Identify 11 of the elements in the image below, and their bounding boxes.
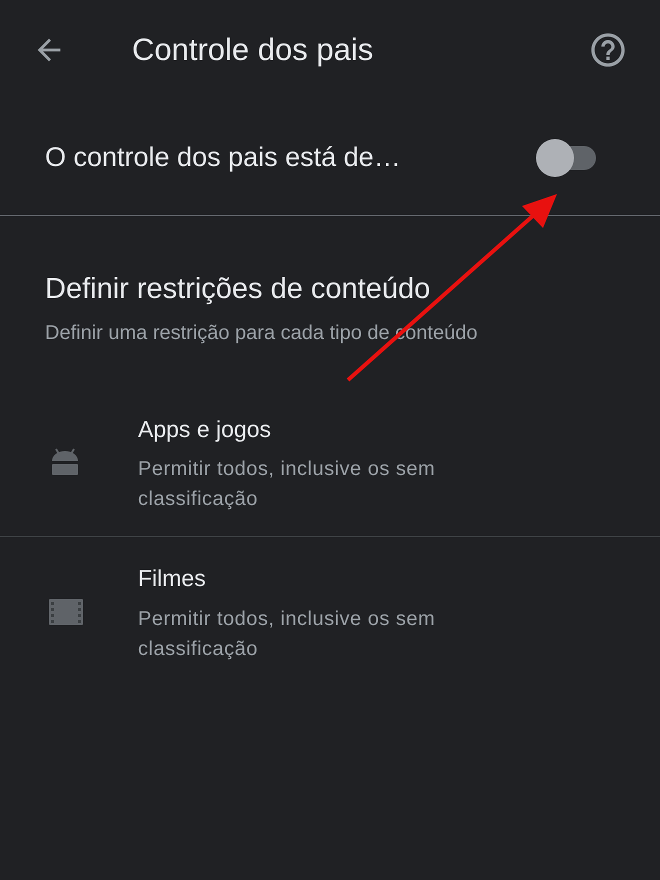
item-title: Filmes xyxy=(138,564,207,593)
screen-title: Controle dos pais xyxy=(132,30,374,69)
content-type-item[interactable]: Apps e jogos Permitir todos, inclusive os sem classificação xyxy=(0,398,660,537)
setting-label: O controle dos pais está de… xyxy=(45,141,402,174)
film-icon xyxy=(49,599,83,626)
item-title: Apps e jogos xyxy=(138,414,272,444)
item-subtitle: Permitir todos, inclusive os sem classificação xyxy=(138,457,436,512)
content-type-item[interactable]: Filmes Permitir todos, inclusive os sem classificação xyxy=(0,547,660,686)
toggle-switch[interactable] xyxy=(536,138,598,178)
item-subtitle: Permitir todos, inclusive os sem classificação xyxy=(138,606,436,662)
section-title: Definir restrições de conteúdo xyxy=(45,272,432,307)
